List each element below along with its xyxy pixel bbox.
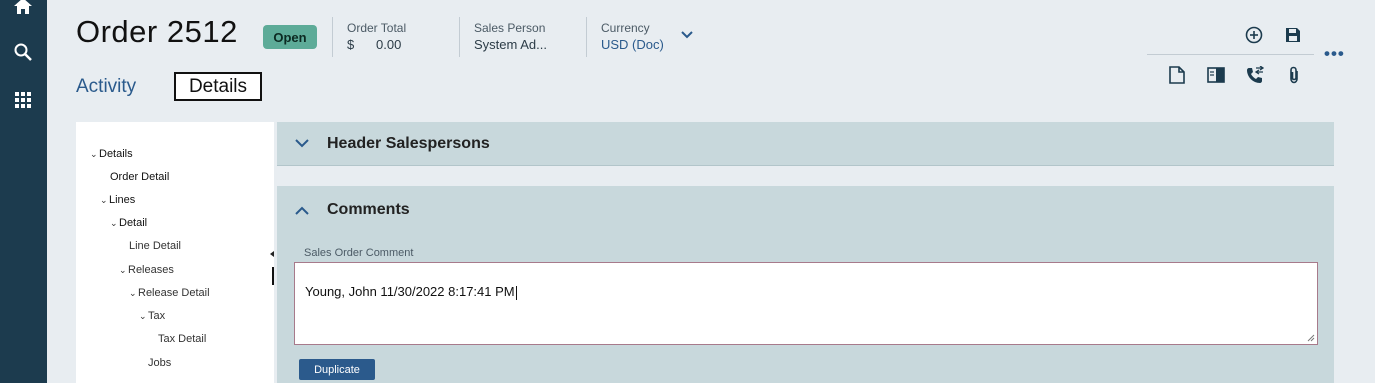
tree-item-label: Jobs — [148, 357, 172, 369]
chevron-up-icon[interactable] — [277, 206, 327, 215]
sales-order-comment-textarea[interactable]: Young, John 11/30/2022 8:17:41 PM — [294, 262, 1318, 345]
order-total-currency: $ — [347, 37, 355, 52]
status-badge: Open — [263, 25, 317, 49]
more-icon[interactable]: ••• — [1324, 44, 1345, 64]
duplicate-button[interactable]: Duplicate — [299, 359, 375, 380]
tree-item-tax-detail[interactable]: Tax Detail — [158, 333, 206, 345]
caret-down-icon[interactable]: ⌄ — [129, 288, 138, 299]
tab-details[interactable]: Details — [174, 72, 262, 101]
document-icon[interactable] — [1166, 64, 1188, 86]
order-total-value: 0.00 — [376, 37, 402, 52]
tab-activity[interactable]: Activity — [76, 76, 136, 98]
home-icon[interactable] — [11, 0, 35, 18]
order-total-label: Order Total — [347, 21, 407, 35]
panel-header-salespersons[interactable]: Header Salespersons — [277, 122, 1334, 166]
tree-item-release-detail[interactable]: ⌄Release Detail — [129, 287, 210, 299]
caret-down-icon[interactable]: ⌄ — [100, 195, 109, 206]
currency-value[interactable]: USD (Doc) — [601, 37, 664, 52]
tree-item-detail[interactable]: ⌄Detail — [110, 217, 147, 229]
collapse-tree-icon[interactable] — [270, 251, 274, 257]
details-tree: ⌄Details Order Detail ⌄Lines ⌄Detail Lin… — [76, 122, 274, 383]
header-divider — [332, 17, 333, 57]
tree-item-label: Line Detail — [129, 240, 181, 252]
currency-label: Currency — [601, 21, 650, 35]
tree-item-label: Detail — [119, 217, 148, 229]
tree-item-tax[interactable]: ⌄Tax — [139, 310, 165, 322]
caret-down-icon[interactable]: ⌄ — [110, 218, 119, 229]
panel-icon[interactable] — [1205, 64, 1227, 86]
resize-handle-icon[interactable] — [1307, 334, 1315, 342]
comment-text: Young, John 11/30/2022 8:17:41 PM — [305, 284, 515, 299]
caret-down-icon[interactable]: ⌄ — [119, 265, 128, 276]
tree-item-line-detail[interactable]: Line Detail — [129, 240, 181, 252]
apps-grid-icon[interactable] — [11, 88, 35, 112]
panel-title: Comments — [327, 201, 410, 218]
tree-item-label: Release Detail — [138, 287, 210, 299]
toolbar-divider — [1147, 54, 1314, 55]
header-divider — [459, 17, 460, 57]
sales-person-label: Sales Person — [474, 21, 546, 35]
tree-item-order-detail[interactable]: Order Detail — [110, 171, 169, 183]
caret-down-icon[interactable]: ⌄ — [90, 149, 99, 160]
tree-item-details[interactable]: ⌄Details — [90, 148, 133, 160]
tree-splitter-handle[interactable] — [272, 267, 274, 285]
tree-item-lines[interactable]: ⌄Lines — [100, 194, 135, 206]
tree-item-releases[interactable]: ⌄Releases — [119, 264, 174, 276]
tree-item-label: Lines — [109, 194, 136, 206]
caret-down-icon[interactable]: ⌄ — [139, 311, 148, 322]
tree-item-label: Order Detail — [110, 171, 170, 183]
chevron-down-icon[interactable] — [676, 24, 698, 46]
tree-item-label: Tax — [148, 310, 166, 322]
save-icon[interactable] — [1282, 24, 1304, 46]
add-circle-icon[interactable] — [1243, 24, 1265, 46]
comment-field-label: Sales Order Comment — [304, 247, 414, 259]
tree-item-label: Details — [99, 148, 133, 160]
panel-header-comments[interactable]: Comments — [277, 186, 1334, 235]
tree-item-label: Releases — [128, 264, 174, 276]
header-divider — [586, 17, 587, 57]
text-cursor — [515, 285, 517, 300]
sales-person-value: System Ad... — [474, 37, 547, 52]
tree-item-jobs[interactable]: Jobs — [148, 357, 171, 369]
search-icon[interactable] — [11, 40, 35, 64]
phone-transfer-icon[interactable] — [1244, 64, 1266, 86]
attachment-icon[interactable] — [1283, 64, 1305, 86]
left-nav-rail — [0, 0, 47, 383]
panel-title: Header Salespersons — [327, 134, 490, 152]
chevron-down-icon[interactable] — [277, 139, 327, 148]
tree-item-label: Tax Detail — [158, 333, 207, 345]
page-title: Order 2512 — [76, 14, 238, 49]
